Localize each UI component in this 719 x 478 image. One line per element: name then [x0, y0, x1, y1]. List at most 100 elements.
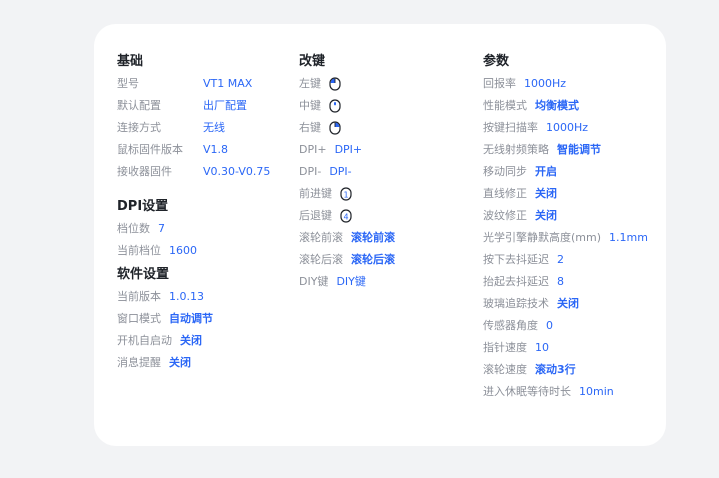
row-value: 无线: [203, 121, 225, 134]
software-row-autostart: 开机自启动 关闭: [117, 334, 202, 348]
row-label: DPI+: [299, 143, 327, 156]
mouse-back-icon: 4: [340, 209, 352, 223]
row-value: 关闭: [180, 334, 202, 347]
row-value: 关闭: [535, 209, 557, 222]
svg-text:4: 4: [343, 213, 348, 222]
row-value: VT1 MAX: [203, 77, 253, 90]
row-value: 1000Hz: [546, 121, 589, 134]
params-title: 参数: [483, 54, 510, 69]
row-value: 关闭: [535, 187, 557, 200]
row-value: DIY键: [336, 275, 366, 288]
dpi-title: DPI设置: [117, 199, 169, 214]
param-row-report-rate: 回报率 1000Hz: [483, 77, 566, 91]
row-value: 关闭: [169, 356, 191, 369]
param-row-scroll-speed: 滚轮速度 滚动3行: [483, 363, 576, 377]
row-label: 波纹修正: [483, 209, 527, 222]
row-value: 智能调节: [557, 143, 601, 156]
basic-row-default-config: 默认配置 出厂配置: [117, 99, 247, 113]
row-label: DIY键: [299, 275, 329, 288]
software-row-window-mode: 窗口模式 自动调节: [117, 312, 213, 326]
software-row-notification: 消息提醒 关闭: [117, 356, 191, 370]
key-row-right: 右键: [299, 121, 341, 135]
row-label: 后退键: [299, 209, 332, 222]
row-value: 滚动3行: [535, 363, 576, 376]
row-label: 鼠标固件版本: [117, 143, 183, 156]
keys-title: 改键: [299, 54, 326, 69]
mouse-left-icon: [329, 77, 341, 91]
row-label: 右键: [299, 121, 321, 134]
param-row-press-debounce: 按下去抖延迟 2: [483, 253, 564, 267]
row-label: 性能模式: [483, 99, 527, 112]
row-value: 1.1mm: [609, 231, 648, 244]
row-label: 指针速度: [483, 341, 527, 354]
device-info-card: 基础 型号 VT1 MAX 默认配置 出厂配置 连接方式 无线 鼠标固件版本 V…: [94, 24, 666, 446]
row-value: 1000Hz: [524, 77, 567, 90]
mouse-forward-icon: 1: [340, 187, 352, 201]
row-label: 消息提醒: [117, 356, 161, 369]
row-label: 玻璃追踪技术: [483, 297, 549, 310]
mouse-right-icon: [329, 121, 341, 135]
param-row-release-debounce: 抬起去抖延迟 8: [483, 275, 564, 289]
row-label: 回报率: [483, 77, 516, 90]
software-row-version: 当前版本 1.0.13: [117, 290, 204, 304]
param-row-sleep-timeout: 进入休眠等待时长 10min: [483, 385, 614, 399]
basic-row-mouse-firmware: 鼠标固件版本 V1.8: [117, 143, 228, 157]
key-row-diy: DIY键 DIY键: [299, 275, 366, 289]
row-label: 档位数: [117, 222, 150, 235]
row-value: 10: [535, 341, 549, 354]
row-value: 10min: [579, 385, 614, 398]
dpi-row-levels: 档位数 7: [117, 222, 165, 236]
row-label: 滚轮速度: [483, 363, 527, 376]
param-row-pointer-speed: 指针速度 10: [483, 341, 549, 355]
row-value: DPI+: [334, 143, 363, 156]
param-row-sensor-angle: 传感器角度 0: [483, 319, 553, 333]
key-row-middle: 中键: [299, 99, 341, 113]
row-label: 滚轮前滚: [299, 231, 343, 244]
row-value: 1.0.13: [169, 290, 204, 303]
key-row-left: 左键: [299, 77, 341, 91]
row-label: 左键: [299, 77, 321, 90]
row-value: 滚轮后滚: [351, 253, 395, 266]
row-label: 开机自启动: [117, 334, 172, 347]
row-label: 接收器固件: [117, 165, 172, 178]
param-row-glass-tracking: 玻璃追踪技术 关闭: [483, 297, 579, 311]
param-row-ripple-control: 波纹修正 关闭: [483, 209, 557, 223]
row-value: 1600: [169, 244, 197, 257]
row-label: 中键: [299, 99, 321, 112]
row-value: 0: [546, 319, 553, 332]
row-value: 出厂配置: [203, 99, 247, 112]
row-label: 默认配置: [117, 99, 161, 112]
row-value: 8: [557, 275, 564, 288]
row-label: 连接方式: [117, 121, 161, 134]
basic-row-receiver-firmware: 接收器固件 V0.30-V0.75: [117, 165, 270, 179]
row-label: 按下去抖延迟: [483, 253, 549, 266]
row-label: 按键扫描率: [483, 121, 538, 134]
row-value: 7: [158, 222, 165, 235]
basic-row-model: 型号 VT1 MAX: [117, 77, 252, 91]
row-value: V0.30-V0.75: [203, 165, 271, 178]
param-row-performance-mode: 性能模式 均衡模式: [483, 99, 579, 113]
basic-row-connection: 连接方式 无线: [117, 121, 225, 135]
key-row-scroll-forward: 滚轮前滚 滚轮前滚: [299, 231, 395, 245]
row-label: 型号: [117, 77, 139, 90]
software-title: 软件设置: [117, 267, 170, 282]
key-row-dpi-minus: DPI- DPI-: [299, 165, 352, 179]
param-row-motion-sync: 移动同步 开启: [483, 165, 557, 179]
row-value: V1.8: [203, 143, 229, 156]
param-row-angle-snapping: 直线修正 关闭: [483, 187, 557, 201]
mouse-middle-icon: [329, 99, 341, 113]
row-label: 抬起去抖延迟: [483, 275, 549, 288]
param-row-rf-strategy: 无线射频策略 智能调节: [483, 143, 601, 157]
row-label: 前进键: [299, 187, 332, 200]
row-label: 移动同步: [483, 165, 527, 178]
row-value: 2: [557, 253, 564, 266]
dpi-row-current: 当前档位 1600: [117, 244, 197, 258]
row-label: 窗口模式: [117, 312, 161, 325]
key-row-back: 后退键 4: [299, 209, 352, 223]
key-row-scroll-back: 滚轮后滚 滚轮后滚: [299, 253, 395, 267]
svg-text:1: 1: [343, 191, 348, 200]
row-label: DPI-: [299, 165, 322, 178]
key-row-dpi-plus: DPI+ DPI+: [299, 143, 362, 157]
param-row-key-scan-rate: 按键扫描率 1000Hz: [483, 121, 588, 135]
row-label: 滚轮后滚: [299, 253, 343, 266]
